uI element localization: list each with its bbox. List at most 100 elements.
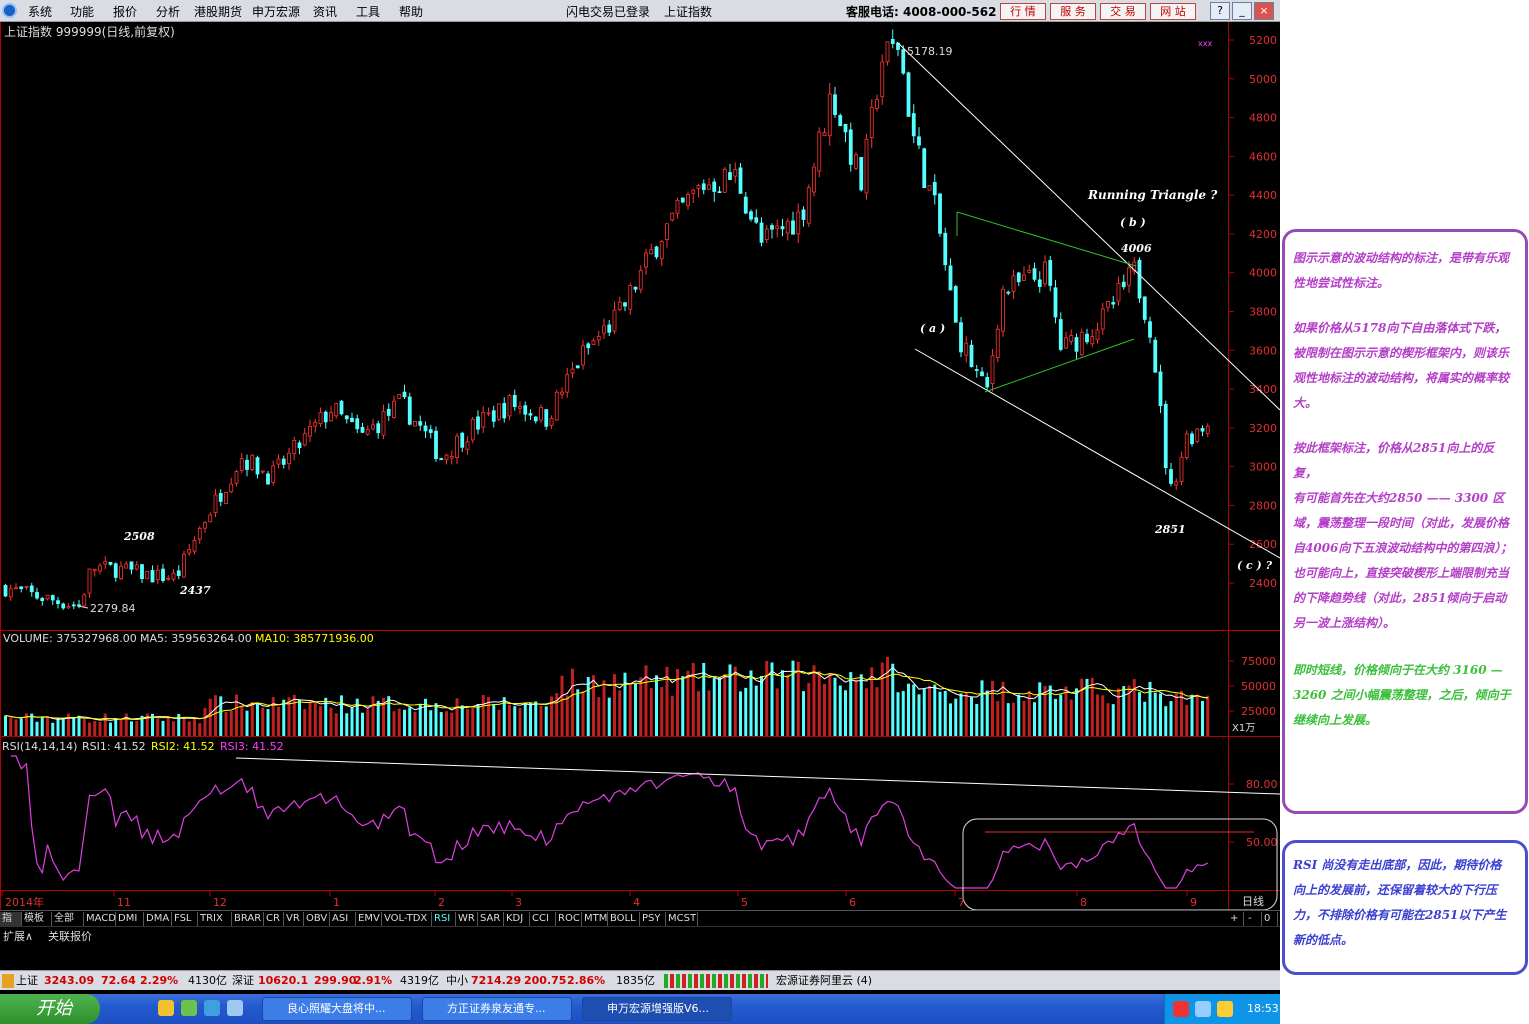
quote-button[interactable]: 行 情	[1000, 3, 1046, 20]
tab-control[interactable]: +	[1228, 912, 1244, 926]
sz-pct: 2.91%	[354, 974, 393, 987]
volume-bar	[697, 691, 700, 736]
tab-cci[interactable]: CCI	[530, 912, 556, 926]
volume-bar	[371, 696, 375, 736]
tab-fsl[interactable]: FSL	[172, 912, 198, 926]
tab-kdj[interactable]: KDJ	[504, 912, 530, 926]
candle-body	[92, 568, 97, 572]
candle-body	[119, 565, 123, 580]
tab-dmi[interactable]: DMI	[116, 912, 144, 926]
candle-body	[1148, 321, 1152, 338]
menu-function[interactable]: 功能	[70, 3, 94, 20]
candle-body	[329, 412, 333, 422]
candle-body	[45, 594, 50, 600]
menu-analysis[interactable]: 分析	[156, 3, 180, 20]
help-icon[interactable]: ?	[1210, 2, 1230, 20]
tab-vol-tdx[interactable]: VOL-TDX	[382, 912, 432, 926]
tray-icon[interactable]	[1173, 1001, 1189, 1017]
tab-wr[interactable]: WR	[456, 912, 478, 926]
menu-help[interactable]: 帮助	[399, 3, 423, 20]
broker-server[interactable]: 宏源证券阿里云 (4)	[776, 972, 872, 990]
volume-bar	[40, 717, 44, 736]
tab-obv[interactable]: OBV	[304, 912, 330, 926]
tab-指标[interactable]: 指标	[0, 912, 22, 938]
candle-body	[518, 406, 522, 409]
taskbar-item[interactable]: 良心照耀大盘将中...	[262, 997, 412, 1021]
tab-mtm[interactable]: MTM	[582, 912, 608, 926]
service-button[interactable]: 服 务	[1050, 3, 1096, 20]
tab-vr[interactable]: VR	[284, 912, 304, 926]
volume-bar	[1054, 698, 1057, 736]
volume-bar	[896, 692, 900, 736]
tab-emv[interactable]: EMV	[356, 912, 382, 926]
volume-bar	[172, 721, 175, 736]
start-button[interactable]: 开始	[0, 994, 100, 1024]
trade-button[interactable]: 交 易	[1100, 3, 1146, 20]
tray-icon[interactable]	[1217, 1001, 1233, 1017]
candle-body	[906, 72, 911, 117]
tab-dma[interactable]: DMA	[144, 912, 172, 926]
tab-全部[interactable]: 全部	[52, 912, 84, 926]
volume-unit: X1万	[1232, 723, 1255, 734]
quicklaunch-icon[interactable]	[158, 1000, 174, 1016]
tab-boll[interactable]: BOLL	[608, 912, 640, 926]
candle-body	[885, 41, 890, 63]
candle-body	[1027, 270, 1032, 273]
candle-body	[848, 129, 853, 165]
tab-模板[interactable]: 模板	[22, 912, 52, 926]
tab-control[interactable]: 0	[1262, 912, 1278, 926]
close-icon[interactable]: ×	[1254, 2, 1274, 20]
volume-bar	[1153, 692, 1157, 736]
volume-bar	[450, 712, 454, 736]
quicklaunch-icon[interactable]	[227, 1000, 243, 1016]
related-quote-tab[interactable]: 关联报价	[48, 928, 92, 944]
tab-rsi[interactable]: RSI	[432, 912, 456, 926]
menu-info[interactable]: 资讯	[313, 3, 337, 20]
quicklaunch-icon[interactable]	[204, 1000, 220, 1016]
volume-bar	[46, 717, 49, 736]
volume-bar	[1069, 699, 1073, 736]
running-triangle-label: Running Triangle ?	[1087, 188, 1218, 202]
tab-trix[interactable]: TRIX	[198, 912, 232, 926]
candle-body	[701, 183, 706, 190]
volume-bar	[208, 698, 212, 736]
volume-bar	[823, 683, 826, 736]
chart-area[interactable]: 5200500048004600440042004000380036003400…	[0, 22, 1280, 910]
taskbar-item-active[interactable]: 申万宏源增强版V6...	[582, 997, 732, 1021]
taskbar-item[interactable]: 方正证券泉友通专...	[422, 997, 572, 1021]
candle-body	[82, 594, 87, 607]
price-tick-label: 4000	[1249, 267, 1277, 280]
tab-sar[interactable]: SAR	[478, 912, 504, 926]
minimize-icon[interactable]: _	[1232, 2, 1252, 20]
candle-body	[985, 377, 990, 388]
wave-a-label: ( a )	[920, 322, 945, 335]
volume-bar	[880, 662, 884, 736]
menu-quote[interactable]: 报价	[113, 3, 137, 20]
tab-asi[interactable]: ASI	[330, 912, 356, 926]
menu-tools[interactable]: 工具	[356, 3, 380, 20]
menu-hk-futures[interactable]: 港股期货	[194, 3, 242, 20]
zx-name: 中小	[446, 974, 468, 987]
candle-body	[449, 456, 454, 459]
tray-icon[interactable]	[1195, 1001, 1211, 1017]
expand-tab[interactable]: 扩展∧	[3, 928, 33, 944]
candle-body	[29, 585, 34, 593]
tab-roc[interactable]: ROC	[556, 912, 582, 926]
volume-bar	[744, 687, 748, 736]
tab-control[interactable]: -	[1246, 912, 1262, 926]
tab-macd[interactable]: MACD	[84, 912, 116, 926]
volume-bar	[539, 705, 543, 736]
candle-body	[565, 374, 570, 393]
quicklaunch-icon[interactable]	[181, 1000, 197, 1016]
volume-bar	[98, 721, 102, 736]
tab-brar[interactable]: BRAR	[232, 912, 264, 926]
tab-psy[interactable]: PSY	[640, 912, 666, 926]
website-button[interactable]: 网 站	[1150, 3, 1196, 20]
tab-mcst[interactable]: MCST	[666, 912, 698, 926]
tab-cr[interactable]: CR	[264, 912, 284, 926]
candle-body	[318, 412, 323, 425]
menu-swhy[interactable]: 申万宏源	[252, 3, 300, 20]
flash-trade-status: 闪电交易已登录	[566, 5, 651, 19]
candle-body	[1127, 267, 1131, 286]
menu-system[interactable]: 系统	[28, 3, 52, 20]
